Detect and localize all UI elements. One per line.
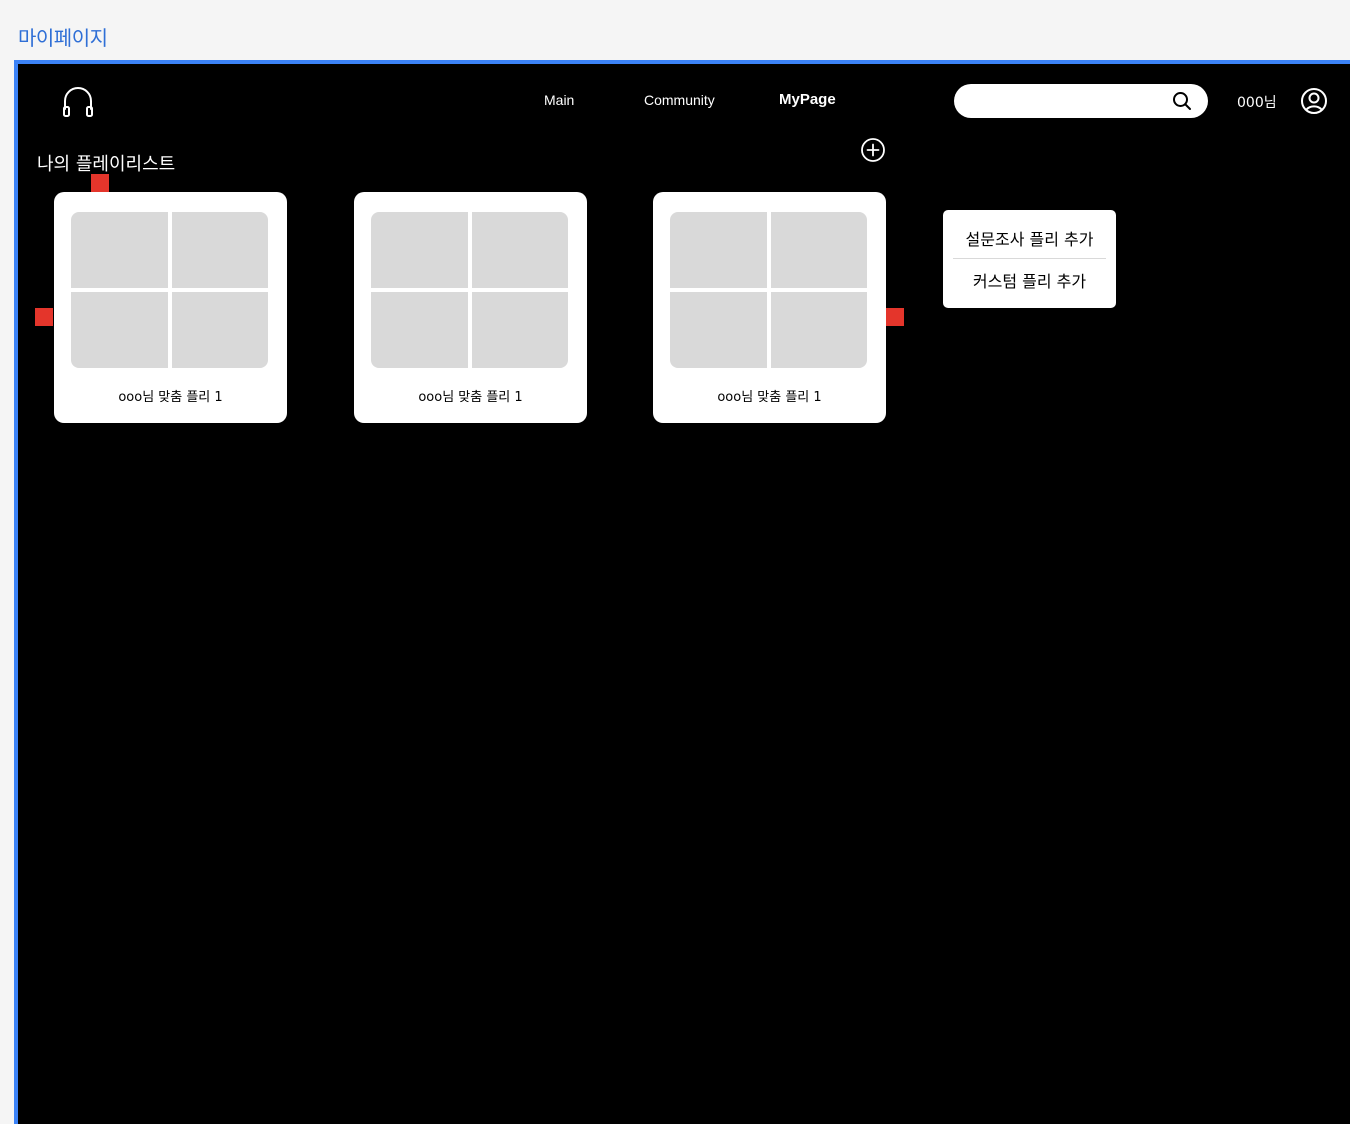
app-frame: Main Community MyPage 000님 나의 플레이리스트 ooo… <box>14 60 1350 1124</box>
user-circle-icon[interactable] <box>1300 87 1328 115</box>
playlist-cover <box>371 212 568 368</box>
search-bar <box>954 84 1208 118</box>
nav-community[interactable]: Community <box>644 92 715 108</box>
app-canvas: Main Community MyPage 000님 나의 플레이리스트 ooo… <box>18 64 1350 1124</box>
playlist-cover <box>670 212 867 368</box>
search-input[interactable] <box>970 90 1170 114</box>
cover-tile <box>171 212 268 288</box>
cover-tile <box>670 212 767 288</box>
menu-item-custom-playlist[interactable]: 커스텀 플리 추가 <box>943 268 1116 292</box>
plus-circle-icon[interactable] <box>860 137 886 163</box>
cover-tile <box>770 292 867 368</box>
playlist-cover <box>71 212 268 368</box>
playlist-card[interactable]: ooo님 맞춤 플리 1 <box>354 192 587 423</box>
playlist-title: ooo님 맞춤 플리 1 <box>418 390 523 405</box>
menu-divider <box>953 258 1106 259</box>
cover-tile <box>171 292 268 368</box>
nav-main[interactable]: Main <box>544 92 574 108</box>
section-title: 나의 플레이리스트 <box>37 154 176 175</box>
cover-tile <box>71 212 168 288</box>
cover-tile <box>371 212 468 288</box>
menu-item-survey-playlist[interactable]: 설문조사 플리 추가 <box>943 226 1116 250</box>
red-marker <box>91 174 109 192</box>
red-marker <box>35 308 53 326</box>
cover-tile <box>471 292 568 368</box>
cover-tile <box>670 292 767 368</box>
headphones-icon[interactable] <box>60 84 96 120</box>
cover-tile <box>770 212 867 288</box>
playlist-card[interactable]: ooo님 맞춤 플리 1 <box>653 192 886 423</box>
playlist-card[interactable]: ooo님 맞춤 플리 1 <box>54 192 287 423</box>
search-icon[interactable] <box>1172 91 1192 111</box>
cover-tile <box>471 212 568 288</box>
add-playlist-menu: 설문조사 플리 추가 커스텀 플리 추가 <box>943 210 1116 308</box>
playlist-title: ooo님 맞춤 플리 1 <box>717 390 822 405</box>
nav-mypage[interactable]: MyPage <box>779 91 836 108</box>
cover-tile <box>71 292 168 368</box>
red-marker <box>886 308 904 326</box>
cover-tile <box>371 292 468 368</box>
playlist-title: ooo님 맞춤 플리 1 <box>118 390 223 405</box>
user-name: 000님 <box>1237 95 1277 111</box>
frame-label: 마이페이지 <box>18 26 108 50</box>
